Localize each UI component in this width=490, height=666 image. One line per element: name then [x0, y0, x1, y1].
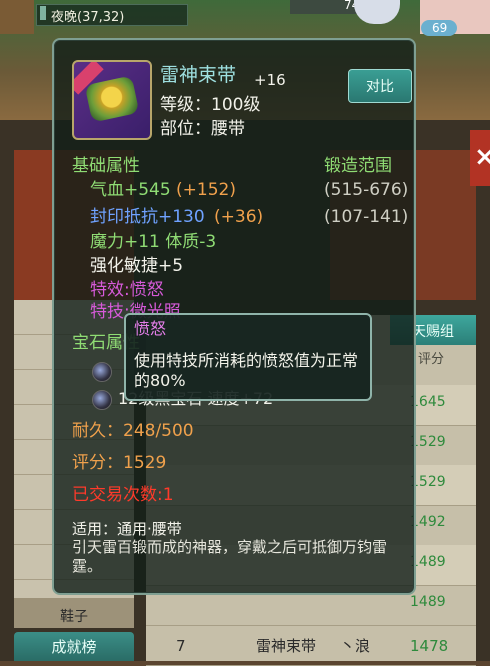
achievement-rank-button[interactable]: 成就榜 [14, 632, 134, 661]
table-row[interactable]: 7 雷神束带 丶浪 1478 [146, 628, 476, 661]
attr-hp-range: (515-676) [324, 180, 409, 200]
table-cell-score: 1478 [410, 637, 449, 655]
attr-seal-resist-range: (107-141) [324, 207, 409, 227]
special-effect: 特效:愤怒 [90, 280, 164, 300]
item-level: 等级：100级 [160, 95, 261, 115]
item-description: 引天雷百锻而成的神器，穿戴之后可抵御万钧雷霆。 [72, 538, 388, 575]
belt-icon [84, 75, 140, 123]
pet-avatar[interactable] [354, 0, 400, 24]
item-name: 雷神束带 [160, 64, 237, 86]
skill-tooltip-title: 愤怒 [134, 319, 167, 338]
attr-extra-stats: 魔力+11 体质-3 [90, 232, 217, 252]
gem-icon [92, 390, 112, 410]
attr-hp-bonus: (+152) [176, 180, 236, 200]
forge-range-header: 锻造范围 [324, 156, 392, 176]
table-cell-name: 雷神束带 [256, 637, 317, 655]
item-enhance-level: +16 [254, 71, 286, 89]
location-text: 夜晚(37,32) [51, 10, 125, 25]
score: 评分：1529 [72, 453, 167, 473]
compare-button[interactable]: 对比 [348, 69, 412, 103]
status-bar: 夜晚(37,32) 74 69 [0, 0, 490, 36]
skill-tooltip-description: 使用特技所消耗的愤怒值为正常的80% [134, 351, 359, 390]
attr-hp: 气血+545 [90, 180, 171, 200]
attr-seal-resist-bonus: (+36) [214, 207, 264, 227]
close-icon: × [474, 142, 490, 172]
durability: 耐久：248/500 [72, 421, 194, 441]
item-icon [72, 60, 152, 140]
close-button[interactable]: × [470, 130, 490, 186]
trade-count: 已交易次数:1 [72, 485, 174, 505]
gem-icon [92, 362, 112, 382]
usage-text: 适用：通用·腰带 [72, 520, 182, 538]
signal-icon [40, 6, 46, 20]
attr-enhance-agility: 强化敏捷+5 [90, 256, 184, 276]
base-attributes-header: 基础属性 [72, 156, 140, 176]
attr-seal-resist: 封印抵抗+130 [90, 207, 205, 227]
player-level: 69 [432, 21, 448, 35]
table-cell-score: 1489 [410, 594, 446, 610]
table-cell-owner: 丶浪 [340, 637, 371, 655]
item-slot: 部位：腰带 [160, 119, 245, 139]
background-list-item-shoes[interactable]: 鞋子 [14, 598, 134, 628]
left-avatar[interactable] [0, 0, 34, 34]
table-cell-rank: 7 [176, 637, 186, 655]
table-header-score: 评分 [418, 352, 445, 367]
